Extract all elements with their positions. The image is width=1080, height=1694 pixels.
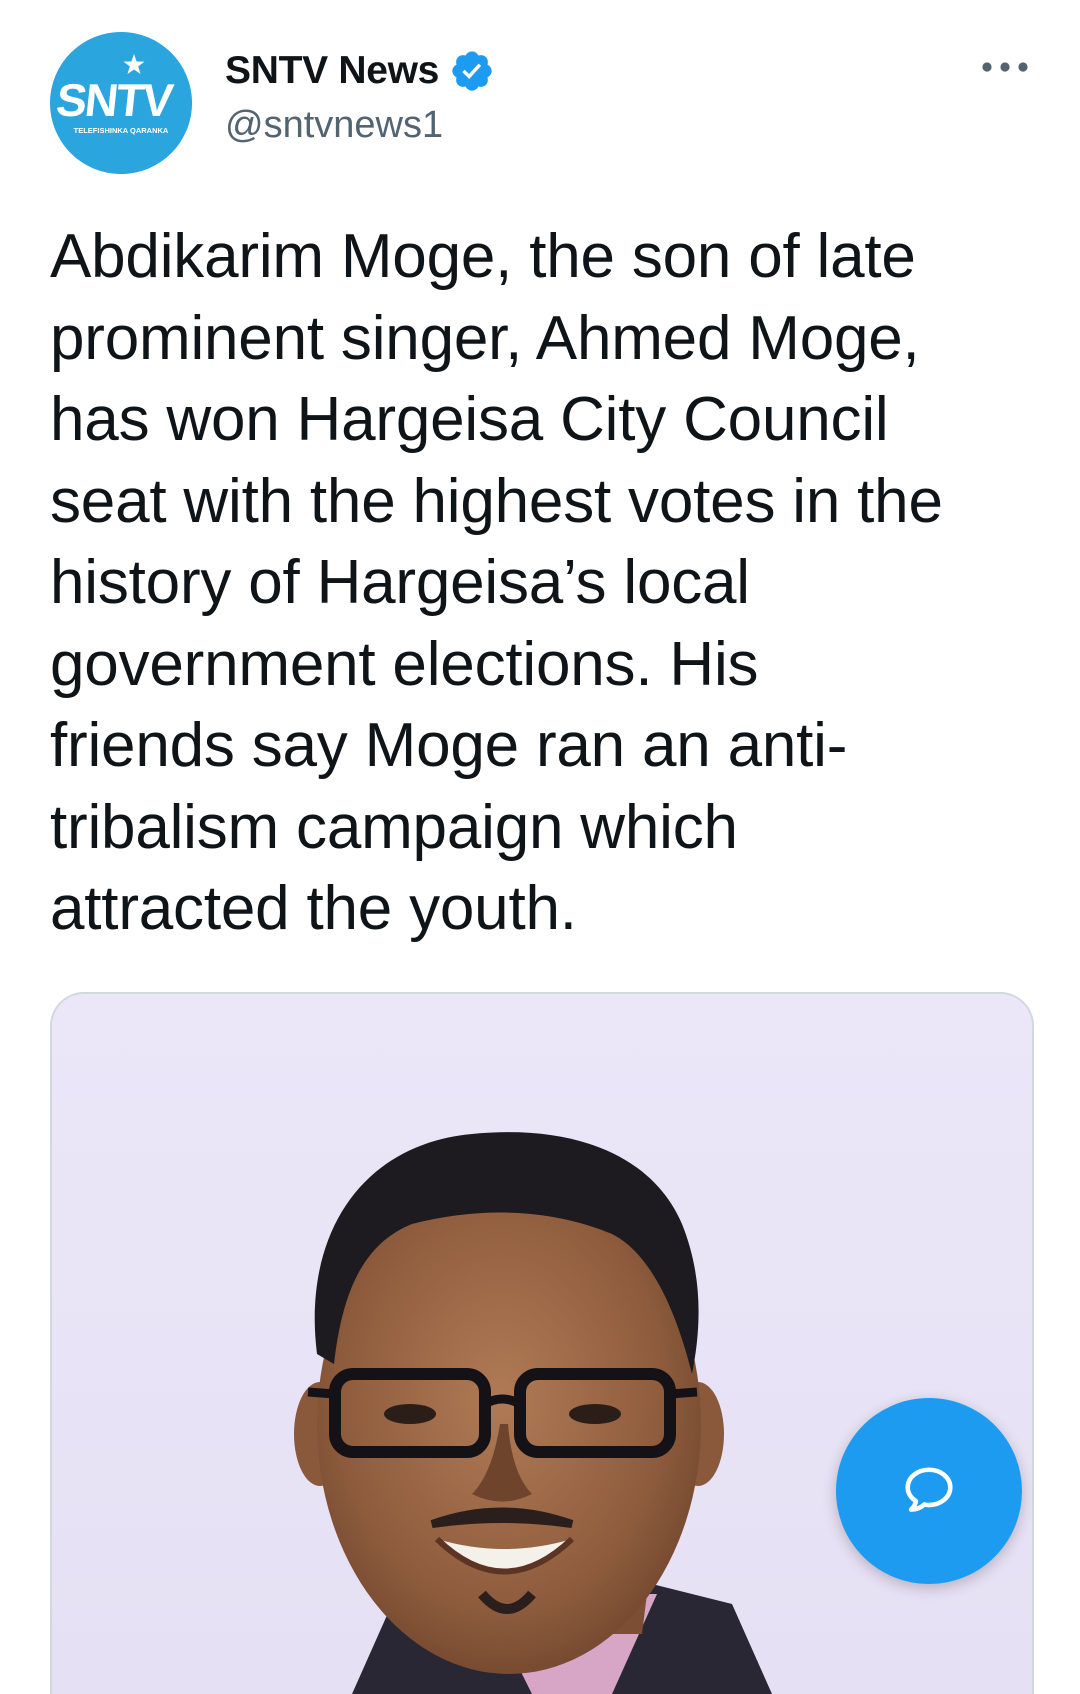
- tweet[interactable]: SNTV TELEFISHINKA QARANKA SNTV News @snt…: [0, 0, 1080, 1694]
- tweet-photo[interactable]: [50, 992, 1034, 1694]
- sntv-logo: SNTV TELEFISHINKA QARANKA: [50, 32, 192, 174]
- portrait-image: [52, 994, 1032, 1694]
- display-name[interactable]: SNTV News: [225, 49, 439, 93]
- compose-reply-button[interactable]: [836, 1398, 1022, 1584]
- tweet-header: SNTV TELEFISHINKA QARANKA SNTV News @snt…: [50, 32, 1030, 174]
- handle[interactable]: @sntvnews1: [225, 104, 495, 147]
- reply-bubble-icon: [905, 1467, 953, 1512]
- avatar-logo-subtext: TELEFISHINKA QARANKA: [74, 126, 169, 135]
- tweet-text: Abdikarim Moge, the son of late prominen…: [50, 222, 943, 943]
- avatar[interactable]: SNTV TELEFISHINKA QARANKA: [50, 32, 192, 174]
- more-options-icon[interactable]: [980, 52, 1030, 82]
- account-names: SNTV News @sntvnews1: [225, 46, 495, 147]
- verified-badge-icon: [449, 48, 495, 94]
- avatar-logo-text: SNTV: [54, 74, 176, 126]
